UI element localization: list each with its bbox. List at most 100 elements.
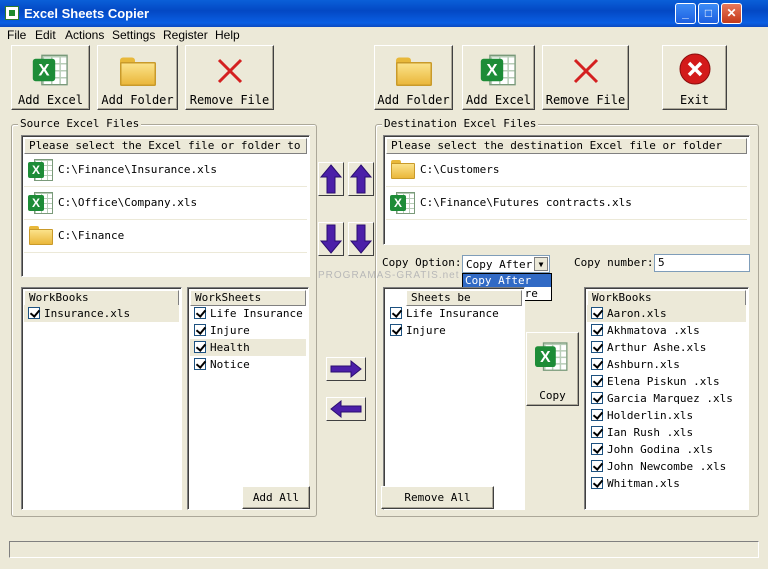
list-item[interactable]: Garcia Marquez .xls xyxy=(587,390,746,407)
move-down-button[interactable] xyxy=(318,222,344,256)
source-file-list[interactable]: Please select the Excel file or folder t… xyxy=(21,135,310,277)
menu-file[interactable]: File xyxy=(7,28,26,42)
list-item[interactable]: Life Insurance xyxy=(190,305,306,322)
move-top-button[interactable] xyxy=(348,162,374,196)
add-excel-label: Add Excel xyxy=(17,93,84,107)
checkbox[interactable] xyxy=(591,460,603,472)
menu-bar: File Edit Actions Settings Register Help xyxy=(0,27,768,45)
worksheet-name: Notice xyxy=(210,358,250,371)
copy-label: Copy xyxy=(539,389,566,402)
excel-copy-icon: X xyxy=(535,341,569,372)
list-item[interactable]: Aaron.xls xyxy=(587,305,746,322)
checkbox[interactable] xyxy=(194,341,206,353)
arrow-right-icon xyxy=(330,359,362,379)
list-item[interactable]: Akhmatova .xls xyxy=(587,322,746,339)
menu-settings[interactable]: Settings xyxy=(112,28,155,42)
checkbox[interactable] xyxy=(591,426,603,438)
maximize-button[interactable]: □ xyxy=(698,3,719,24)
title-bar[interactable]: Excel Sheets Copier _ □ ✕ xyxy=(0,0,768,27)
menu-edit[interactable]: Edit xyxy=(35,28,56,42)
add-folder-button[interactable]: Add Folder xyxy=(97,45,178,110)
workbook-name: Ashburn.xls xyxy=(607,358,680,371)
copy-number-input[interactable]: 5 xyxy=(654,254,750,272)
list-item[interactable]: Elena Piskun .xls xyxy=(587,373,746,390)
checkbox[interactable] xyxy=(194,307,206,319)
checkbox[interactable] xyxy=(591,307,603,319)
workbook-name: Insurance.xls xyxy=(44,307,131,320)
list-item[interactable]: X C:\Finance\Insurance.xls xyxy=(24,154,307,187)
checkbox[interactable] xyxy=(390,324,402,336)
list-item[interactable]: Health xyxy=(190,339,306,356)
dest-add-excel-button[interactable]: X Add Excel xyxy=(462,45,535,110)
destination-workbooks-header: WorkBooks xyxy=(587,290,746,306)
list-item[interactable]: John Godina .xls xyxy=(587,441,746,458)
list-item[interactable]: Arthur Ashe.xls xyxy=(587,339,746,356)
list-item[interactable]: X C:\Office\Company.xls xyxy=(24,187,307,220)
list-item[interactable]: X C:\Finance\Futures contracts.xls xyxy=(386,187,747,220)
copy-button[interactable]: X Copy xyxy=(526,332,579,406)
destination-legend: Destination Excel Files xyxy=(382,117,539,130)
checkbox[interactable] xyxy=(591,324,603,336)
menu-register[interactable]: Register xyxy=(163,28,208,42)
list-item[interactable]: Injure xyxy=(190,322,306,339)
remove-file-button[interactable]: Remove File xyxy=(185,45,274,110)
dest-remove-file-label: Remove File xyxy=(545,93,626,107)
destination-sheets-header: Sheets be xyxy=(406,290,522,306)
dest-add-folder-button[interactable]: Add Folder xyxy=(374,45,453,110)
list-item[interactable]: Whitman.xls xyxy=(587,475,746,492)
destination-sheets-list[interactable]: Sheets be Life Insurance Injure xyxy=(383,287,525,510)
remove-all-button[interactable]: Remove All xyxy=(381,486,494,509)
checkbox[interactable] xyxy=(194,358,206,370)
checkbox[interactable] xyxy=(591,375,603,387)
move-up-button[interactable] xyxy=(318,162,344,196)
folder-icon xyxy=(118,55,157,88)
add-excel-button[interactable]: X Add Excel xyxy=(11,45,90,110)
list-item[interactable]: Injure xyxy=(386,322,522,339)
checkbox[interactable] xyxy=(390,307,402,319)
menu-help[interactable]: Help xyxy=(215,28,240,42)
add-sheet-button[interactable] xyxy=(326,357,366,381)
remove-sheet-button[interactable] xyxy=(326,397,366,421)
workbook-name: Akhmatova .xls xyxy=(607,324,700,337)
copy-option-select[interactable]: Copy After ▼ xyxy=(462,255,550,273)
checkbox[interactable] xyxy=(591,443,603,455)
checkbox[interactable] xyxy=(591,392,603,404)
checkbox[interactable] xyxy=(591,358,603,370)
remove-x-icon xyxy=(217,58,242,84)
app-icon xyxy=(5,6,19,20)
exit-button[interactable]: Exit xyxy=(662,45,727,110)
destination-file-list[interactable]: Please select the destination Excel file… xyxy=(383,135,750,245)
list-item[interactable]: Insurance.xls xyxy=(24,305,179,322)
minimize-button[interactable]: _ xyxy=(675,3,696,24)
checkbox[interactable] xyxy=(591,477,603,489)
list-item[interactable]: Ian Rush .xls xyxy=(587,424,746,441)
source-workbooks-list[interactable]: WorkBooks Insurance.xls xyxy=(21,287,182,510)
list-item[interactable]: Ashburn.xls xyxy=(587,356,746,373)
list-item[interactable]: John Newcombe .xls xyxy=(587,458,746,475)
list-item[interactable]: Life Insurance xyxy=(386,305,522,322)
checkbox[interactable] xyxy=(591,341,603,353)
copy-option-item[interactable]: Copy After xyxy=(463,274,551,287)
arrow-down-icon xyxy=(349,224,373,254)
file-path: C:\Office\Company.xls xyxy=(58,196,198,209)
list-item[interactable]: C:\Customers xyxy=(386,154,747,187)
add-all-button[interactable]: Add All xyxy=(242,486,310,509)
menu-actions[interactable]: Actions xyxy=(65,28,104,42)
dest-add-folder-label: Add Folder xyxy=(377,93,450,107)
destination-workbooks-list[interactable]: WorkBooks Aaron.xls Akhmatova .xls Arthu… xyxy=(584,287,749,510)
dest-remove-file-button[interactable]: Remove File xyxy=(542,45,629,110)
chevron-down-icon[interactable]: ▼ xyxy=(534,257,548,271)
list-item[interactable]: Notice xyxy=(190,356,306,373)
source-file-header: Please select the Excel file or folder t… xyxy=(24,138,307,154)
list-item[interactable]: Holderlin.xls xyxy=(587,407,746,424)
close-button[interactable]: ✕ xyxy=(721,3,742,24)
excel-file-icon: X xyxy=(28,191,54,215)
source-worksheets-list[interactable]: WorkSheets Life Insurance Injure Health … xyxy=(187,287,309,510)
folder-icon xyxy=(28,224,54,246)
checkbox[interactable] xyxy=(194,324,206,336)
move-bottom-button[interactable] xyxy=(348,222,374,256)
checkbox[interactable] xyxy=(28,307,40,319)
list-item[interactable]: C:\Finance xyxy=(24,220,307,253)
sheet-name: Injure xyxy=(406,324,446,337)
checkbox[interactable] xyxy=(591,409,603,421)
